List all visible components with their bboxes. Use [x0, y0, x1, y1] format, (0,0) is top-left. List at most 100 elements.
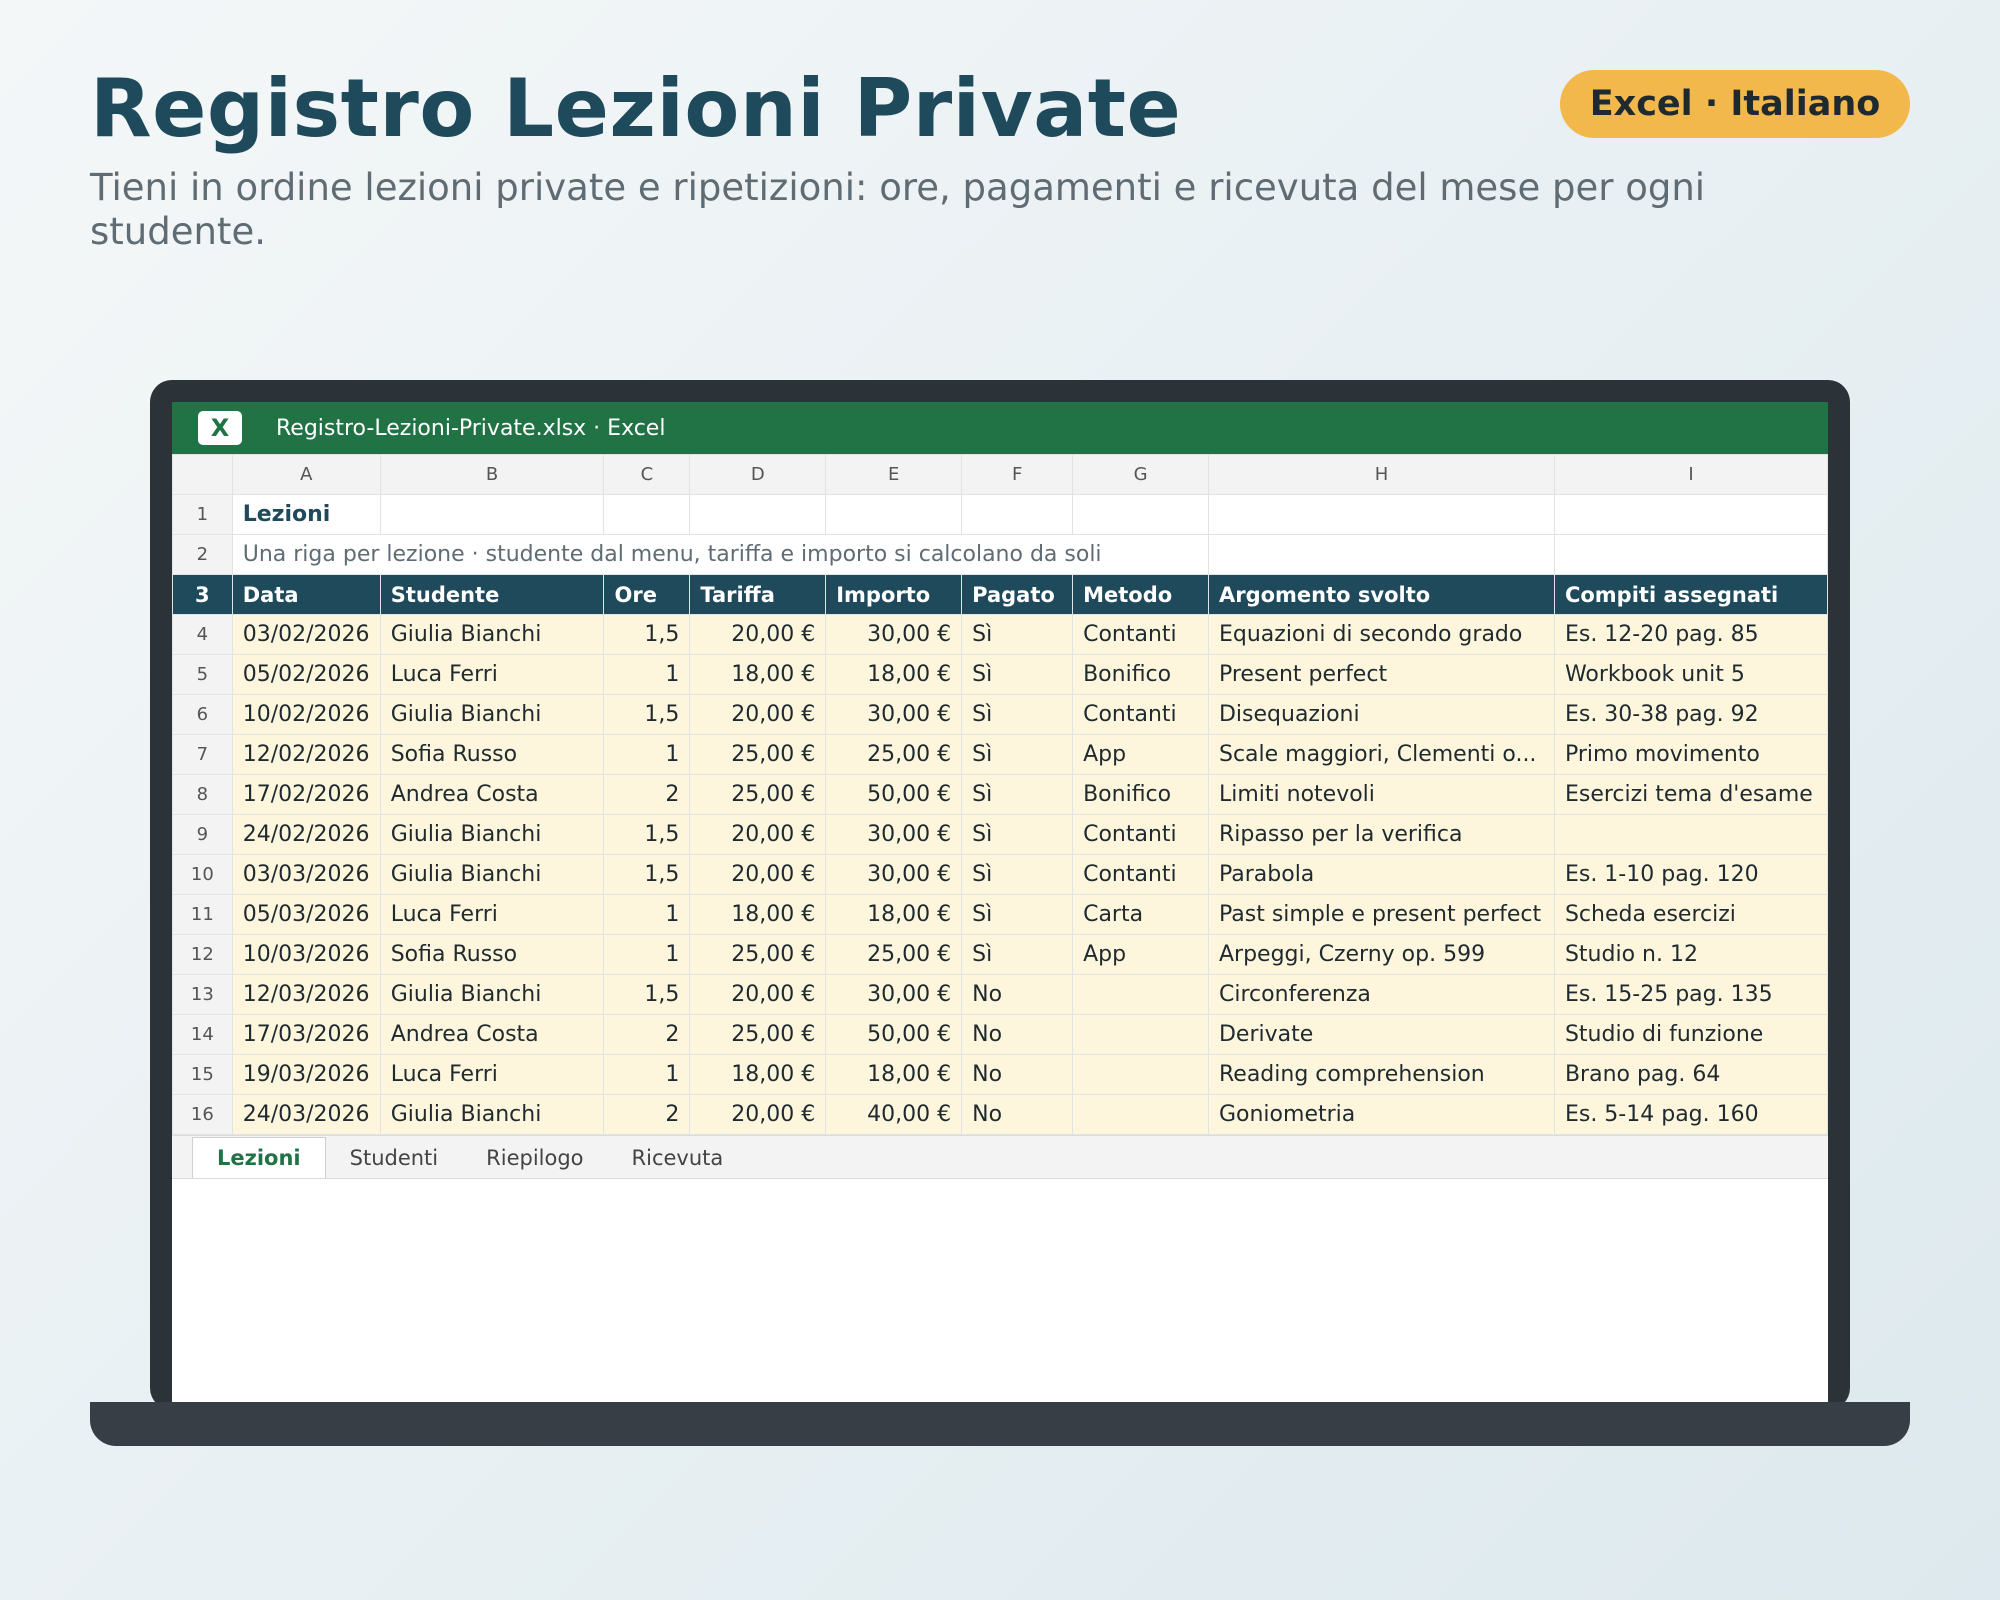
data-cell[interactable]: 30,00 € — [825, 974, 963, 1015]
data-cell[interactable]: Studio di funzione — [1553, 1014, 1828, 1055]
data-cell[interactable]: 25,00 € — [825, 734, 963, 775]
data-cell[interactable]: 2 — [603, 1014, 691, 1055]
data-cell[interactable]: 12/02/2026 — [231, 734, 381, 775]
data-cell[interactable]: Sì — [961, 694, 1074, 735]
data-cell[interactable]: 12/03/2026 — [231, 974, 381, 1015]
row-number[interactable]: 1 — [172, 494, 233, 535]
empty-cell[interactable] — [379, 494, 605, 535]
data-cell[interactable]: Giulia Bianchi — [379, 854, 605, 895]
column-header-d[interactable]: D — [689, 454, 827, 495]
column-header-a[interactable]: A — [231, 454, 381, 495]
data-cell[interactable]: Sì — [961, 854, 1074, 895]
data-cell[interactable]: 1 — [603, 894, 691, 935]
row-number[interactable]: 16 — [172, 1094, 233, 1135]
data-cell[interactable]: Andrea Costa — [379, 1014, 605, 1055]
data-cell[interactable]: 17/03/2026 — [231, 1014, 381, 1055]
data-cell[interactable]: 05/02/2026 — [231, 654, 381, 695]
data-cell[interactable]: 20,00 € — [689, 614, 827, 655]
data-cell[interactable]: Giulia Bianchi — [379, 974, 605, 1015]
empty-cell[interactable] — [689, 494, 827, 535]
column-header-i[interactable]: I — [1553, 454, 1828, 495]
data-cell[interactable]: 10/02/2026 — [231, 694, 381, 735]
data-cell[interactable]: Sì — [961, 614, 1074, 655]
data-cell[interactable]: 18,00 € — [689, 654, 827, 695]
data-cell[interactable]: 18,00 € — [689, 894, 827, 935]
empty-cell[interactable] — [1207, 534, 1555, 575]
table-header-cell[interactable]: Importo — [825, 574, 963, 615]
row-number[interactable]: 15 — [172, 1054, 233, 1095]
row-number[interactable]: 14 — [172, 1014, 233, 1055]
data-cell[interactable]: Giulia Bianchi — [379, 1094, 605, 1135]
data-cell[interactable]: Es. 5-14 pag. 160 — [1553, 1094, 1828, 1135]
data-cell[interactable] — [1553, 814, 1828, 855]
data-cell[interactable]: 2 — [603, 774, 691, 815]
row-number[interactable]: 3 — [172, 574, 233, 615]
data-cell[interactable]: 20,00 € — [689, 854, 827, 895]
data-cell[interactable]: 25,00 € — [689, 1014, 827, 1055]
data-cell[interactable]: 1 — [603, 934, 691, 975]
row-number[interactable]: 5 — [172, 654, 233, 695]
data-cell[interactable]: 1,5 — [603, 814, 691, 855]
column-header-e[interactable]: E — [825, 454, 963, 495]
table-header-cell[interactable]: Ore — [603, 574, 691, 615]
data-cell[interactable]: 2 — [603, 1094, 691, 1135]
row-number[interactable]: 9 — [172, 814, 233, 855]
data-cell[interactable]: App — [1072, 734, 1209, 775]
data-cell[interactable]: 20,00 € — [689, 814, 827, 855]
data-cell[interactable]: Contanti — [1072, 614, 1209, 655]
data-cell[interactable]: 18,00 € — [825, 654, 963, 695]
data-cell[interactable]: Parabola — [1207, 854, 1555, 895]
data-cell[interactable]: Luca Ferri — [379, 894, 605, 935]
data-cell[interactable] — [1072, 1014, 1209, 1055]
row-number[interactable]: 12 — [172, 934, 233, 975]
table-header-cell[interactable]: Data — [231, 574, 381, 615]
data-cell[interactable]: Scale maggiori, Clementi o... — [1207, 734, 1555, 775]
row-number[interactable]: 4 — [172, 614, 233, 655]
data-cell[interactable]: 1 — [603, 654, 691, 695]
empty-cell[interactable] — [1553, 494, 1828, 535]
data-cell[interactable]: Limiti notevoli — [1207, 774, 1555, 815]
data-cell[interactable]: 25,00 € — [825, 934, 963, 975]
row-number[interactable]: 8 — [172, 774, 233, 815]
column-header-h[interactable]: H — [1207, 454, 1555, 495]
data-cell[interactable]: Sofia Russo — [379, 934, 605, 975]
data-cell[interactable]: No — [961, 974, 1074, 1015]
select-all-corner[interactable] — [172, 454, 233, 495]
data-cell[interactable] — [1072, 974, 1209, 1015]
data-cell[interactable]: Sì — [961, 814, 1074, 855]
data-cell[interactable]: 20,00 € — [689, 1094, 827, 1135]
row-number[interactable]: 7 — [172, 734, 233, 775]
table-header-cell[interactable]: Metodo — [1072, 574, 1209, 615]
data-cell[interactable]: Carta — [1072, 894, 1209, 935]
data-cell[interactable]: 1,5 — [603, 974, 691, 1015]
data-cell[interactable]: 30,00 € — [825, 814, 963, 855]
data-cell[interactable]: Luca Ferri — [379, 1054, 605, 1095]
data-cell[interactable]: Primo movimento — [1553, 734, 1828, 775]
data-cell[interactable]: No — [961, 1014, 1074, 1055]
table-header-cell[interactable]: Pagato — [961, 574, 1074, 615]
data-cell[interactable]: Giulia Bianchi — [379, 614, 605, 655]
data-cell[interactable]: Bonifico — [1072, 774, 1209, 815]
data-cell[interactable]: 18,00 € — [825, 1054, 963, 1095]
empty-cell[interactable] — [1553, 534, 1828, 575]
data-cell[interactable]: Present perfect — [1207, 654, 1555, 695]
data-cell[interactable]: Giulia Bianchi — [379, 694, 605, 735]
empty-cell[interactable] — [1072, 494, 1209, 535]
data-cell[interactable]: 25,00 € — [689, 774, 827, 815]
data-cell[interactable]: 05/03/2026 — [231, 894, 381, 935]
data-cell[interactable]: 50,00 € — [825, 1014, 963, 1055]
data-cell[interactable]: 18,00 € — [689, 1054, 827, 1095]
data-cell[interactable]: Contanti — [1072, 814, 1209, 855]
data-cell[interactable]: 20,00 € — [689, 694, 827, 735]
data-cell[interactable]: Workbook unit 5 — [1553, 654, 1828, 695]
data-cell[interactable]: 24/02/2026 — [231, 814, 381, 855]
data-cell[interactable]: Esercizi tema d'esame — [1553, 774, 1828, 815]
data-cell[interactable]: Equazioni di secondo grado — [1207, 614, 1555, 655]
data-cell[interactable] — [1072, 1094, 1209, 1135]
data-cell[interactable]: 24/03/2026 — [231, 1094, 381, 1135]
empty-cell[interactable] — [1207, 494, 1555, 535]
row-number[interactable]: 2 — [172, 534, 233, 575]
data-cell[interactable]: 25,00 € — [689, 934, 827, 975]
data-cell[interactable] — [1072, 1054, 1209, 1095]
data-cell[interactable]: Contanti — [1072, 854, 1209, 895]
